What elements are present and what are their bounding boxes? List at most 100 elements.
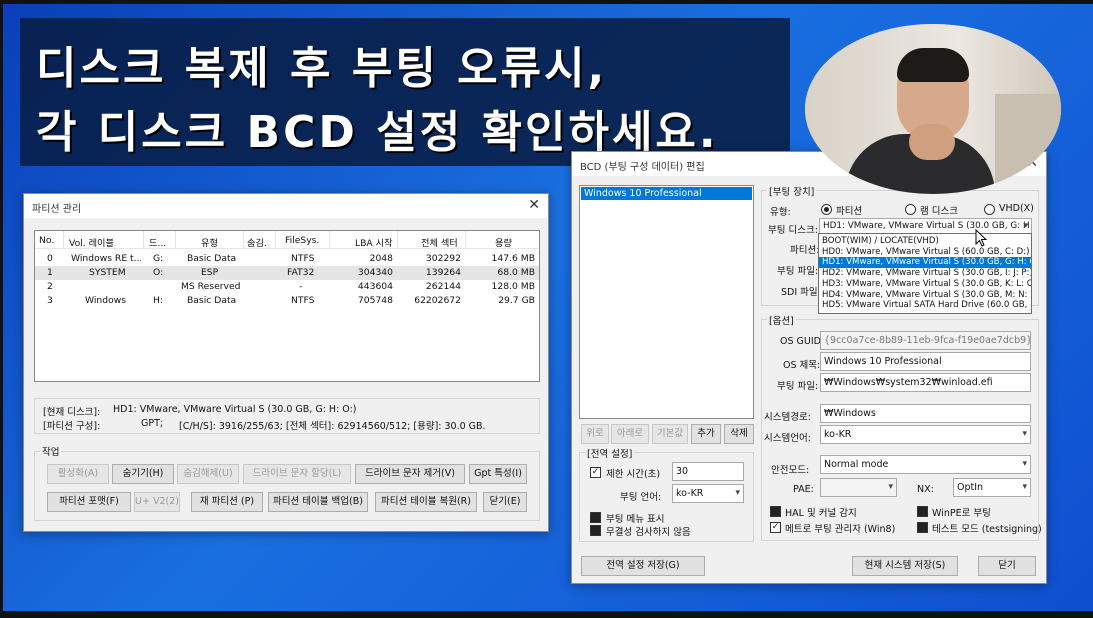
cell-type: MS Reserved [181, 281, 241, 292]
radio-vhd-label: VHD(X) [999, 203, 1034, 214]
save-global-settings-button[interactable]: 전역 설정 저장(G) [581, 556, 705, 576]
nx-value: OptIn [957, 482, 984, 493]
disk-option[interactable]: HD3: VMware, VMware Virtual S (30.0 GB, … [819, 279, 1031, 290]
table-row[interactable]: 1 SYSTEM O: ESP FAT32 304340 139264 68.0… [35, 266, 539, 280]
os-boot-file-input[interactable]: ₩Windows₩system32₩winload.efi [820, 373, 1031, 392]
hide-button[interactable]: 숨기기(H) [112, 464, 174, 484]
format-partition-button[interactable]: 파티션 포맷(F) [47, 492, 131, 512]
column-header-lba[interactable]: LBA 시작 [355, 235, 393, 249]
os-entry-list[interactable]: Windows 10 Professional [579, 185, 754, 419]
cell-type: Basic Data [187, 253, 237, 264]
save-current-system-button[interactable]: 현재 시스템 저장(S) [852, 556, 958, 576]
disk-option[interactable]: HD4: VMware, VMware Virtual S (30.0 GB, … [819, 290, 1031, 301]
bcd-editor-title: BCD (부팅 구성 데이터) 편집 [580, 162, 705, 173]
system-language-value: ko-KR [824, 429, 852, 440]
winpe-checkbox[interactable] [917, 506, 928, 517]
boot-disk-label: 부팅 디스크: [768, 225, 818, 236]
partition-manager-title: 파티션 관리 [32, 204, 82, 215]
column-header-drive[interactable]: 드... [149, 235, 166, 249]
safe-mode-label: 안전모드: [771, 465, 810, 476]
column-header-filesystem[interactable]: FileSys. [285, 235, 319, 246]
repartition-button[interactable]: 재 파티션 (P) [191, 492, 263, 512]
table-row[interactable]: 3 Windows H: Basic Data NTFS 705748 6220… [35, 294, 539, 308]
u-v2-button[interactable]: U+ V2(2) [134, 492, 180, 512]
disk-option-selected[interactable]: HD1: VMware, VMware Virtual S (30.0 GB, … [819, 257, 1031, 269]
disk-option[interactable]: HD5: VMware Virtual SATA Hard Drive (60.… [819, 300, 1031, 311]
device-type-label: 유형: [770, 207, 791, 218]
restore-partition-table-button[interactable]: 파티션 테이블 복원(R) [375, 492, 477, 512]
close-icon[interactable]: ✕ [528, 197, 540, 213]
backup-partition-table-button[interactable]: 파티션 테이블 백업(B) [268, 492, 368, 512]
pae-select[interactable]: ▾ [820, 478, 897, 497]
column-header-sectors[interactable]: 전체 섹터 [421, 235, 458, 249]
column-header-hidden[interactable]: 숨김. [247, 235, 267, 249]
no-integrity-label: 무결성 검사하지 않음 [606, 527, 691, 538]
caption-banner: 디스크 복제 후 부팅 오류시, 각 디스크 BCD 설정 확인하세요. [20, 18, 790, 166]
column-header-type[interactable]: 유형 [201, 235, 218, 249]
move-down-button[interactable]: 아래로 [611, 424, 649, 444]
partition-label: 파티션: [790, 245, 820, 256]
nx-select[interactable]: OptIn ▾ [953, 478, 1031, 497]
os-boot-file-label: 부팅 파일: [777, 381, 819, 392]
partition-table[interactable]: No. Vol. 레이블 드... 유형 숨김. FileSys. LBA 시작… [34, 230, 540, 382]
mouse-cursor-icon [975, 229, 987, 247]
set-default-button[interactable]: 기본값 [652, 424, 688, 444]
metro-boot-checkbox[interactable]: ✓ [770, 522, 781, 533]
table-row[interactable]: 2 MS Reserved - 443604 262144 128.0 MB [35, 280, 539, 294]
safe-mode-select[interactable]: Normal mode ▾ [820, 455, 1031, 474]
add-entry-button[interactable]: 추가 [691, 424, 721, 444]
boot-file-label: 부팅 파일: [777, 266, 819, 277]
no-integrity-checkbox[interactable] [590, 525, 601, 536]
move-up-button[interactable]: 위로 [581, 424, 609, 444]
boot-disk-dropdown-list[interactable]: BOOT(WIM) / LOCATE(VHD) HD0: VMware, VMw… [818, 233, 1032, 314]
safe-mode-value: Normal mode [824, 459, 889, 470]
disk-option[interactable]: HD0: VMware, VMware Virtual S (60.0 GB, … [819, 247, 1031, 258]
cell-sectors: 62202672 [414, 295, 461, 306]
cell-no: 3 [47, 295, 53, 306]
hal-detect-checkbox[interactable] [770, 506, 781, 517]
screen-frame-top [0, 0, 1093, 4]
column-header-no[interactable]: No. [39, 235, 54, 246]
cell-filesystem: NTFS [291, 295, 315, 306]
radio-ramdisk[interactable] [905, 204, 916, 215]
system-language-select[interactable]: ko-KR ▾ [820, 425, 1031, 444]
current-disk-value: HD1: VMware, VMware Virtual S (30.0 GB, … [113, 404, 357, 415]
disk-option[interactable]: BOOT(WIM) / LOCATE(VHD) [819, 236, 1031, 247]
cell-size: 68.0 MB [497, 267, 535, 278]
os-title-input[interactable]: Windows 10 Professional [820, 352, 1031, 371]
timeout-checkbox[interactable]: ✓ [590, 467, 601, 478]
activate-button[interactable]: 활성화(A) [47, 464, 109, 484]
pae-label: PAE: [793, 484, 814, 495]
column-header-label[interactable]: Vol. 레이블 [69, 235, 114, 249]
metro-boot-label: 메트로 부팅 관리자 (Win8) [785, 524, 896, 535]
disk-geometry-info: [C/H/S]: 3916/255/63; [전체 섹터]: 62914560/… [179, 421, 486, 432]
disk-option[interactable]: HD2: VMware, VMware Virtual S (30.0 GB, … [819, 268, 1031, 279]
remove-drive-letter-button[interactable]: 드라이브 문자 제거(V) [355, 464, 465, 484]
os-entry-item[interactable]: Windows 10 Professional [581, 187, 752, 200]
delete-entry-button[interactable]: 삭제 [724, 424, 754, 444]
system-root-input[interactable]: ₩Windows [820, 404, 1031, 423]
bcd-close-button[interactable]: 닫기 [978, 556, 1036, 576]
radio-partition[interactable] [821, 204, 832, 215]
show-boot-menu-checkbox[interactable] [590, 512, 601, 523]
timeout-label: 제한 시간(초) [606, 469, 661, 480]
gpt-attributes-button[interactable]: Gpt 특성(I) [469, 464, 527, 484]
chevron-down-icon: ▾ [735, 488, 740, 498]
testsigning-checkbox[interactable] [917, 522, 928, 533]
cell-sectors: 302292 [425, 253, 461, 264]
timeout-input[interactable]: 30 [672, 462, 744, 481]
nx-label: NX: [917, 484, 934, 495]
global-settings-label: [전역 설정] [585, 446, 635, 460]
unhide-button[interactable]: 숨김해제(U) [177, 464, 239, 484]
radio-vhd[interactable] [984, 204, 995, 215]
close-button[interactable]: 닫기(E) [483, 492, 527, 512]
winpe-label: WinPE로 부팅 [932, 508, 991, 519]
partition-manager-window: 파티션 관리 ✕ No. Vol. 레이블 드... 유형 숨김. FileSy… [23, 193, 549, 532]
boot-language-select[interactable]: ko-KR ▾ [672, 484, 744, 503]
column-header-size[interactable]: 용량 [495, 235, 512, 249]
cell-drive: G: [153, 253, 164, 264]
sdi-file-label: SDI 파일: [781, 287, 821, 298]
caption-line-1: 디스크 복제 후 부팅 오류시, [36, 43, 608, 94]
assign-drive-letter-button[interactable]: 드라이브 문자 할당(L) [243, 464, 351, 484]
table-row[interactable]: 0 Windows RE t... G: Basic Data NTFS 204… [35, 252, 539, 266]
